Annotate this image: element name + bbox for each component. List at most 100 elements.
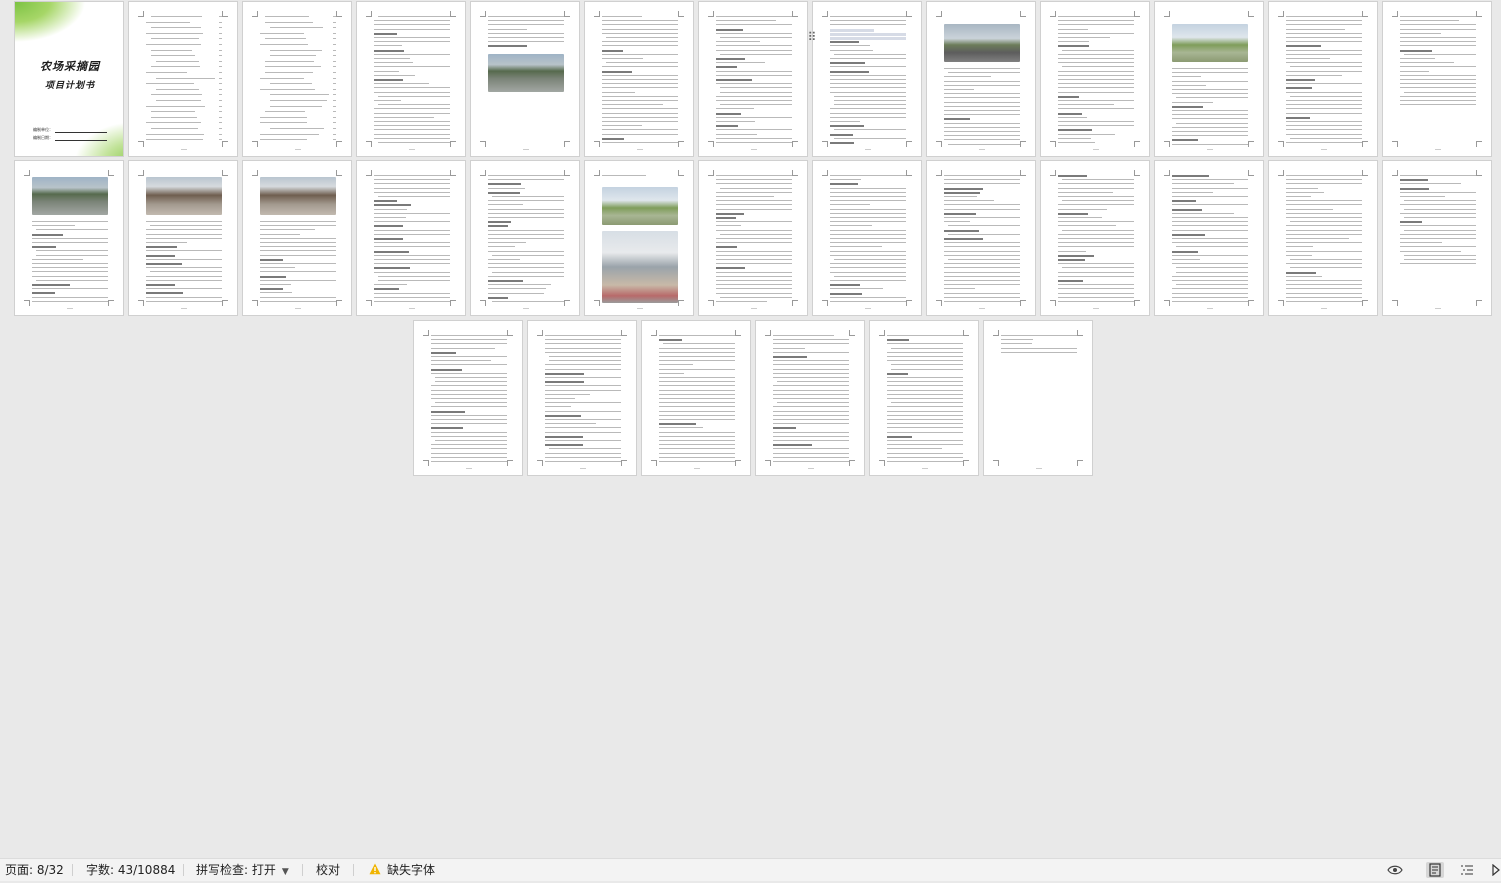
page-footer <box>409 308 415 309</box>
text-line <box>944 238 983 240</box>
page-thumbnail[interactable] <box>1154 160 1264 316</box>
text-line <box>830 74 906 76</box>
text-line <box>830 125 864 128</box>
page-thumbnail[interactable] <box>698 160 808 316</box>
outline-icon[interactable] <box>1458 862 1476 878</box>
page-thumbnail[interactable] <box>812 160 922 316</box>
page-thumbnail[interactable] <box>413 320 523 476</box>
page-thumbnail[interactable] <box>1040 160 1150 316</box>
page-thumbnail[interactable] <box>926 160 1036 316</box>
text-line <box>773 393 849 395</box>
margin-mark <box>621 330 627 336</box>
text-line <box>1400 212 1476 214</box>
page-thumbnail[interactable] <box>584 1 694 157</box>
text-line <box>834 95 906 97</box>
text-line <box>716 133 757 135</box>
page-thumbnail[interactable] <box>983 320 1093 476</box>
text-line <box>260 139 307 141</box>
text-line <box>431 364 507 366</box>
page-thumbnail[interactable] <box>356 160 466 316</box>
text-line <box>1058 133 1115 135</box>
text-line <box>492 196 564 197</box>
text-line <box>488 212 564 214</box>
text-line <box>374 233 450 235</box>
text-line <box>270 27 323 29</box>
text-line <box>1172 242 1248 244</box>
text-line <box>32 237 108 239</box>
page-thumbnail[interactable] <box>527 320 637 476</box>
page-thumbnail[interactable] <box>1040 1 1150 157</box>
page-thumbnail-canvas[interactable]: 农场采摘园 项目计划书 编制单位： 编制日期： <box>0 0 1501 858</box>
text-line <box>663 343 735 345</box>
proofread-button[interactable]: 校对 <box>316 859 340 881</box>
missing-font-button[interactable]: 缺失字体 <box>369 859 435 881</box>
text-line <box>156 77 215 79</box>
cover-title: 农场采摘园 <box>40 60 100 73</box>
text-line <box>830 208 906 210</box>
page-thumbnail[interactable] <box>1154 1 1264 157</box>
page-thumbnail[interactable] <box>128 160 238 316</box>
page-thumbnail[interactable] <box>1382 160 1492 316</box>
text-line <box>1172 254 1248 256</box>
text-line <box>773 364 849 366</box>
page-footer <box>1093 149 1099 150</box>
text-line <box>265 60 314 62</box>
page-thumbnail[interactable] <box>242 1 352 157</box>
text-line <box>146 32 203 34</box>
text-line <box>1286 191 1324 193</box>
text-line <box>1286 53 1362 55</box>
page-footer <box>1435 308 1441 309</box>
page-thumbnail[interactable] <box>812 1 922 157</box>
text-line <box>374 288 399 291</box>
text-line <box>488 32 564 34</box>
page-thumbnail[interactable] <box>14 160 124 316</box>
text-line <box>720 296 792 298</box>
spell-check-toggle[interactable]: 拼写检查: 打开 ▼ <box>196 859 289 881</box>
text-line <box>720 91 792 93</box>
play-icon[interactable] <box>1490 862 1501 878</box>
page-thumbnail[interactable]: 农场采摘园 项目计划书 编制单位： 编制日期： <box>14 1 124 157</box>
text-line <box>1172 250 1198 253</box>
page-thumbnail[interactable] <box>584 160 694 316</box>
page-thumbnail[interactable] <box>755 320 865 476</box>
text-line <box>830 271 906 273</box>
text-line <box>488 246 515 248</box>
text-line <box>1286 288 1362 290</box>
text-line <box>431 456 507 458</box>
text-line <box>659 461 735 462</box>
page-thumbnail[interactable] <box>1268 1 1378 157</box>
page-thumbnail[interactable] <box>128 1 238 157</box>
page-footer <box>466 468 472 469</box>
margin-mark <box>1134 170 1140 176</box>
drag-handle-icon[interactable]: ⠿ <box>807 30 817 44</box>
eye-icon[interactable] <box>1386 862 1404 878</box>
text-line <box>1286 142 1362 143</box>
text-line <box>1172 101 1213 103</box>
text-line <box>545 339 621 341</box>
word-count[interactable]: 字数: 43/10884 <box>86 859 175 881</box>
page-thumbnail[interactable] <box>470 160 580 316</box>
page-thumbnail[interactable] <box>1268 160 1378 316</box>
text-line <box>545 335 621 336</box>
page-thumbnail[interactable] <box>926 1 1036 157</box>
page-view-icon[interactable] <box>1426 862 1444 878</box>
page-thumbnail[interactable] <box>698 1 808 157</box>
page-thumbnail[interactable] <box>470 1 580 157</box>
page-thumbnail[interactable] <box>356 1 466 157</box>
page-thumbnail[interactable] <box>869 320 979 476</box>
text-line <box>431 335 507 336</box>
page-thumbnail[interactable] <box>641 320 751 476</box>
text-line <box>887 381 963 383</box>
text-line <box>773 389 849 391</box>
text-line <box>659 339 682 342</box>
text-line <box>1286 208 1333 210</box>
page-thumbnail[interactable] <box>242 160 352 316</box>
text-line <box>944 179 1020 181</box>
text-line <box>1290 259 1362 260</box>
text-line <box>659 414 735 416</box>
text-line <box>716 74 792 76</box>
text-line <box>146 263 182 265</box>
page-indicator[interactable]: 页面: 8/32 <box>5 859 64 881</box>
text-line <box>374 183 450 185</box>
page-thumbnail[interactable] <box>1382 1 1492 157</box>
